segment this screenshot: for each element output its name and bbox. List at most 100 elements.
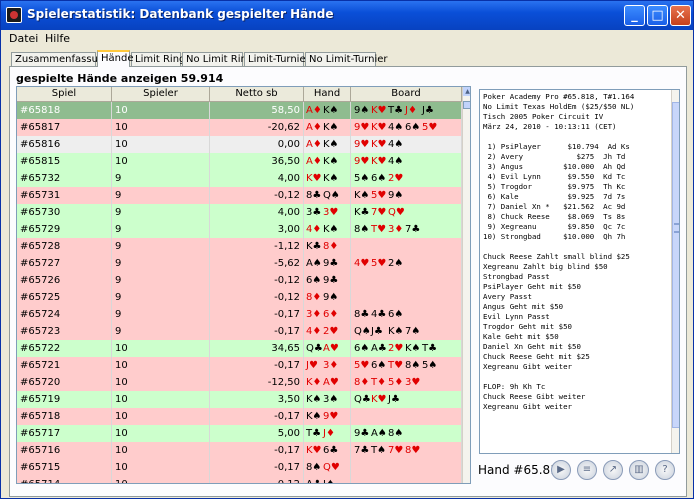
cell-netto: -0,17	[210, 357, 304, 374]
table-row[interactable]: #65726 9 -0,12 6♠ 9♣	[17, 272, 462, 289]
table-row[interactable]: #65732 9 4,00 K♥K♠ 5♠ 6♠ 2♥	[17, 170, 462, 187]
scrollbar-thumb[interactable]	[463, 101, 470, 109]
table-row[interactable]: #65816 10 0,00 A♦K♠ 9♥ K♥4♠	[17, 136, 462, 153]
table-scrollbar[interactable]: ▲	[462, 87, 470, 483]
table-row[interactable]: #65723 9 -0,17 4♦ 2♥ Q♠J♣ K♠7♠	[17, 323, 462, 340]
play-icon: ▶	[557, 464, 565, 475]
cell-hand: K♠9♥	[304, 408, 351, 425]
table-row[interactable]: #6571410-0,12A♣J♠	[17, 476, 462, 483]
hands-panel: gespielte Hände anzeigen 59.914 Spiel Sp…	[9, 66, 687, 497]
table-row[interactable]: #65817 10 -20,62 A♦K♠ 9♥ K♥4♠ 6♠ 5♥	[17, 119, 462, 136]
cell-spieler: 10	[112, 408, 210, 425]
column-header-spiel[interactable]: Spiel	[17, 87, 112, 102]
cell-spieler: 10	[112, 442, 210, 459]
log-scrollbar-thumb[interactable]	[672, 102, 679, 428]
card: T♠	[371, 445, 387, 456]
card: A♣	[371, 343, 387, 354]
app-window: Spielerstatistik: Datenbank gespielter H…	[0, 0, 694, 499]
cell-hand: Q♣A♥	[304, 340, 351, 357]
card: 4♦	[306, 224, 322, 235]
log-line: Angus Geht mit $50	[483, 302, 564, 311]
table-row[interactable]: #65731 9 -0,12 8♣ Q♠ K♠5♥ 9♠	[17, 187, 462, 204]
column-header-spieler[interactable]: Spieler	[112, 87, 210, 102]
menu-hilfe[interactable]: Hilfe	[45, 32, 70, 45]
log-line: März 24, 2010 - 10:13:11 (CET)	[483, 122, 617, 131]
table-row[interactable]: #65728 9 -1,12 K♣8♦	[17, 238, 462, 255]
cell-hand: 4♦ 2♥	[304, 323, 351, 340]
cell-netto: -12,50	[210, 374, 304, 391]
card: K♥	[371, 394, 387, 405]
minimize-button[interactable]: _	[624, 5, 645, 26]
hands-table[interactable]: Spiel Spieler Netto sb Hand Board #65818…	[16, 86, 471, 484]
cell-spiel: #65817	[17, 119, 112, 136]
cell-netto: 58,50	[210, 102, 304, 119]
tab-limit-turnier[interactable]: Limit-Turnier	[244, 52, 310, 67]
table-row[interactable]: #65720 10 -12,50 K♦A♥ 8♦ T♦ 5♦ 3♥	[17, 374, 462, 391]
cell-hand: A♦K♠	[304, 136, 351, 153]
cell-board: 8♣ 4♣ 6♠	[351, 306, 462, 323]
cell-spieler: 10	[112, 102, 210, 119]
card: 9♠	[354, 105, 370, 116]
log-line: 10) Strongbad $10.000 Qh 7h	[483, 232, 626, 241]
table-row[interactable]: #65718 10 -0,17 K♠9♥	[17, 408, 462, 425]
card: 5♠	[354, 173, 370, 184]
play-button[interactable]: ▶	[551, 460, 571, 480]
table-row[interactable]: #65717 10 5,00 T♣ J♦ 9♣ A♠8♠	[17, 425, 462, 442]
table-row[interactable]: #65818 10 58,50 A♦K♠ 9♠ K♥T♣ J♦ J♣	[17, 102, 462, 119]
table-row[interactable]: #65715 10 -0,17 8♠ Q♥	[17, 459, 462, 476]
tab-no-limit-turnier[interactable]: No Limit-Turnier	[305, 52, 388, 67]
table-row[interactable]: #65724 9 -0,17 3♦ 6♦ 8♣ 4♣ 6♠	[17, 306, 462, 323]
maximize-button[interactable]: □	[647, 5, 668, 26]
cell-spieler: 10	[112, 136, 210, 153]
cell-board: 8♠ T♥ 3♦ 7♣	[351, 221, 462, 238]
table-row[interactable]: #65729 9 3,00 4♦ K♠ 8♠ T♥ 3♦ 7♣	[17, 221, 462, 238]
cell-spieler: 9	[112, 204, 210, 221]
table-row[interactable]: #65727 9 -5,62 A♠9♣ 4♥ 5♥ 2♠	[17, 255, 462, 272]
tab-no-limit-ring[interactable]: No Limit Ring	[182, 52, 253, 67]
card: K♠	[388, 326, 404, 337]
export-button[interactable]: ↗	[603, 460, 623, 480]
cell-hand: K♠3♠	[304, 391, 351, 408]
table-row[interactable]: #65716 10 -0,17 K♥6♣ 7♣ T♠ 7♥ 8♥	[17, 442, 462, 459]
card: 4♥	[354, 258, 370, 269]
delete-button[interactable]: ▥	[629, 460, 649, 480]
list-button[interactable]: ≡	[577, 460, 597, 480]
log-line: Daniel Xn Geht mit $50	[483, 342, 581, 351]
table-row[interactable]: #65719 10 3,50 K♠3♠ Q♣K♥J♣	[17, 391, 462, 408]
tab-limit-ring[interactable]: Limit Ring	[131, 52, 185, 67]
table-row[interactable]: #65730 9 4,00 3♣ 3♥ K♣7♥ Q♥	[17, 204, 462, 221]
card: A♥	[323, 343, 339, 354]
cell-spiel: #65815	[17, 153, 112, 170]
cell-spieler: 9	[112, 323, 210, 340]
help-button[interactable]: ?	[655, 460, 675, 480]
title-bar[interactable]: Spielerstatistik: Datenbank gespielter H…	[1, 1, 693, 30]
cell-hand: 8♦ 9♠	[304, 289, 351, 306]
column-header-hand[interactable]: Hand	[304, 87, 351, 102]
scroll-up-icon[interactable]: ▲	[463, 87, 470, 96]
cell-spiel: #65721	[17, 357, 112, 374]
log-scrollbar[interactable]	[671, 90, 679, 453]
log-line: Strongbad Passt	[483, 272, 550, 281]
card: 5♥	[371, 190, 387, 201]
table-row[interactable]: #65815 10 36,50 A♦K♠ 9♥ K♥4♠	[17, 153, 462, 170]
cell-board: 4♥ 5♥ 2♠	[351, 255, 462, 272]
hand-history-log[interactable]: Poker Academy Pro #65.818, T#1.164 No Lim…	[479, 89, 680, 454]
tab-zusammenfassung[interactable]: Zusammenfassung	[11, 52, 111, 67]
column-header-board[interactable]: Board	[351, 87, 462, 102]
table-row[interactable]: #65722 10 34,65 Q♣A♥ 6♠ A♣2♥ K♠T♣	[17, 340, 462, 357]
table-row[interactable]: #65721 10 -0,17 J♥ 3♦ 5♥ 6♠ T♥ 8♠ 5♠	[17, 357, 462, 374]
card: Q♥	[323, 462, 340, 473]
tab-haende[interactable]: Hände	[97, 50, 134, 67]
cell-netto: 5,00	[210, 425, 304, 442]
cell-spieler: 9	[112, 289, 210, 306]
cell-spiel: #65731	[17, 187, 112, 204]
close-button[interactable]: ✕	[670, 5, 691, 26]
card: A♠	[306, 258, 322, 269]
cell-netto: 4,00	[210, 170, 304, 187]
menu-datei[interactable]: Datei	[9, 32, 38, 45]
cell-board: 5♥ 6♠ T♥ 8♠ 5♠	[351, 357, 462, 374]
card: 7♥	[388, 445, 404, 456]
table-row[interactable]: #65725 9 -0,12 8♦ 9♠	[17, 289, 462, 306]
column-header-netto[interactable]: Netto sb	[210, 87, 304, 102]
card: 4♠	[388, 122, 404, 133]
